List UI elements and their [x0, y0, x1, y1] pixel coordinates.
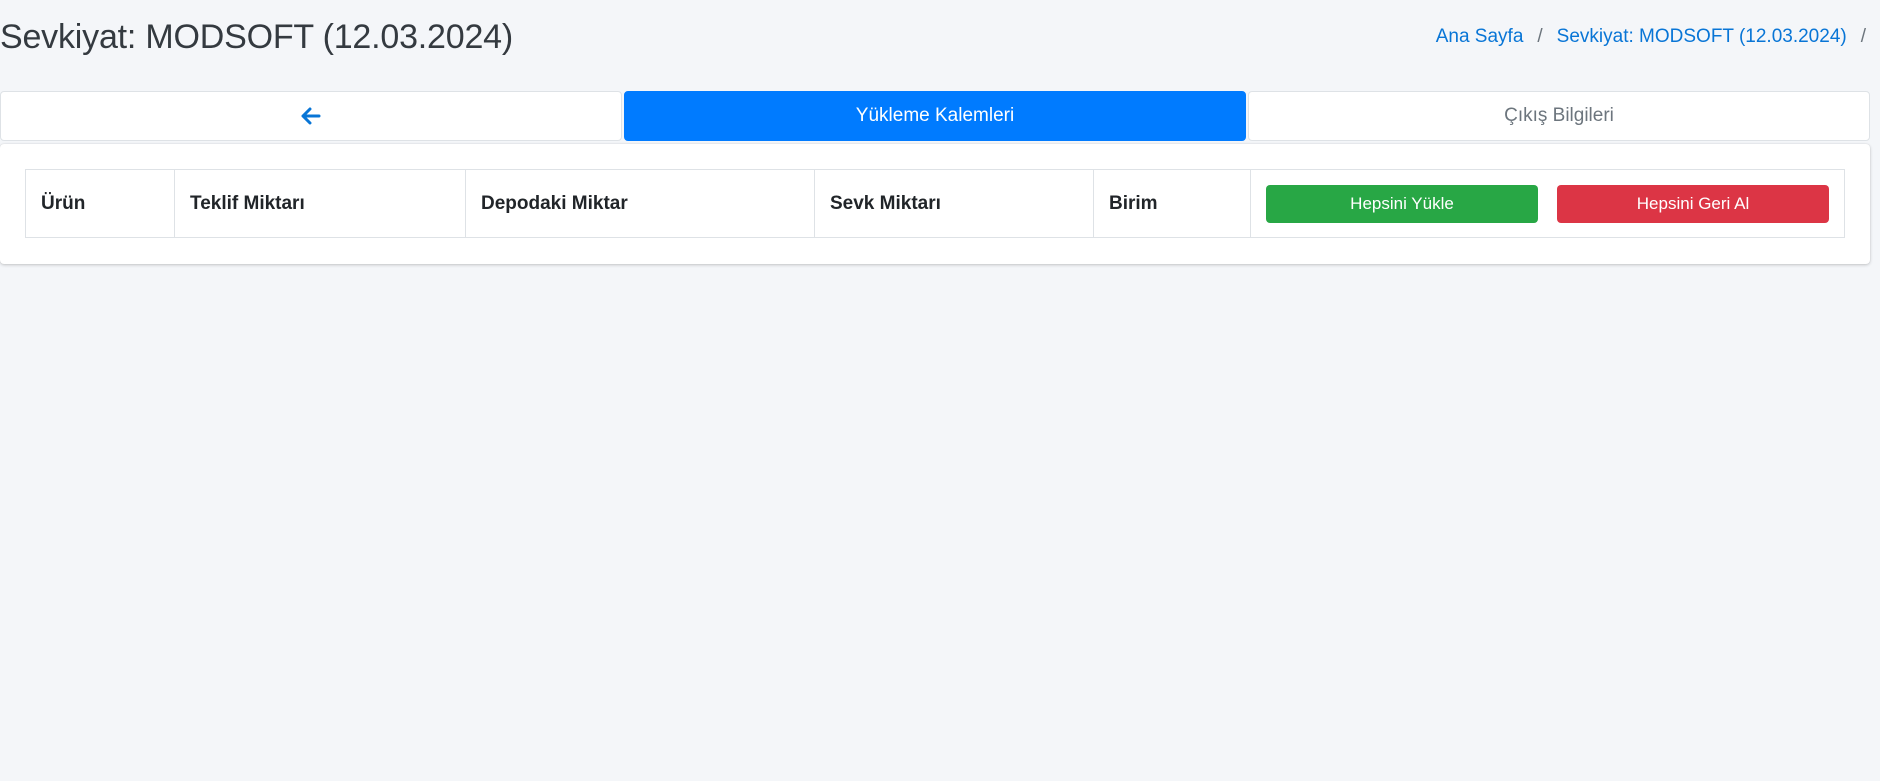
tab-loading-items[interactable]: Yükleme Kalemleri	[624, 91, 1246, 141]
breadcrumb-home-link[interactable]: Ana Sayfa	[1436, 26, 1524, 48]
arrow-left-icon	[301, 107, 321, 125]
column-header-unit: Birim	[1093, 169, 1251, 238]
table-header-row: Ürün Teklif Miktarı Depodaki Miktar Sevk…	[25, 169, 1845, 238]
loading-items-table: Ürün Teklif Miktarı Depodaki Miktar Sevk…	[25, 169, 1845, 238]
page-title: Sevkiyat: MODSOFT (12.03.2024)	[0, 18, 514, 56]
items-card: Ürün Teklif Miktarı Depodaki Miktar Sevk…	[0, 144, 1870, 264]
load-all-button[interactable]: Hepsini Yükle	[1266, 184, 1538, 223]
breadcrumb-separator: /	[1537, 26, 1543, 47]
content-header: Sevkiyat: MODSOFT (12.03.2024) Ana Sayfa…	[0, 0, 1880, 92]
column-header-actions: Hepsini Yükle Hepsini Geri Al	[1250, 169, 1845, 238]
column-header-warehouse-quantity: Depodaki Miktar	[465, 169, 815, 238]
column-header-offer-quantity: Teklif Miktarı	[174, 169, 466, 238]
revert-all-button[interactable]: Hepsini Geri Al	[1557, 184, 1829, 223]
breadcrumb-separator: /	[1860, 26, 1866, 47]
breadcrumb: Ana Sayfa / Sevkiyat: MODSOFT (12.03.202…	[1436, 26, 1866, 48]
tab-exit-info[interactable]: Çıkış Bilgileri	[1248, 91, 1870, 141]
tab-bar: Yükleme Kalemleri Çıkış Bilgileri	[0, 91, 1870, 143]
column-header-shipment-quantity: Sevk Miktarı	[814, 169, 1094, 238]
back-button[interactable]	[0, 91, 622, 141]
column-header-product: Ürün	[25, 169, 175, 238]
breadcrumb-current-link[interactable]: Sevkiyat: MODSOFT (12.03.2024)	[1557, 26, 1847, 48]
